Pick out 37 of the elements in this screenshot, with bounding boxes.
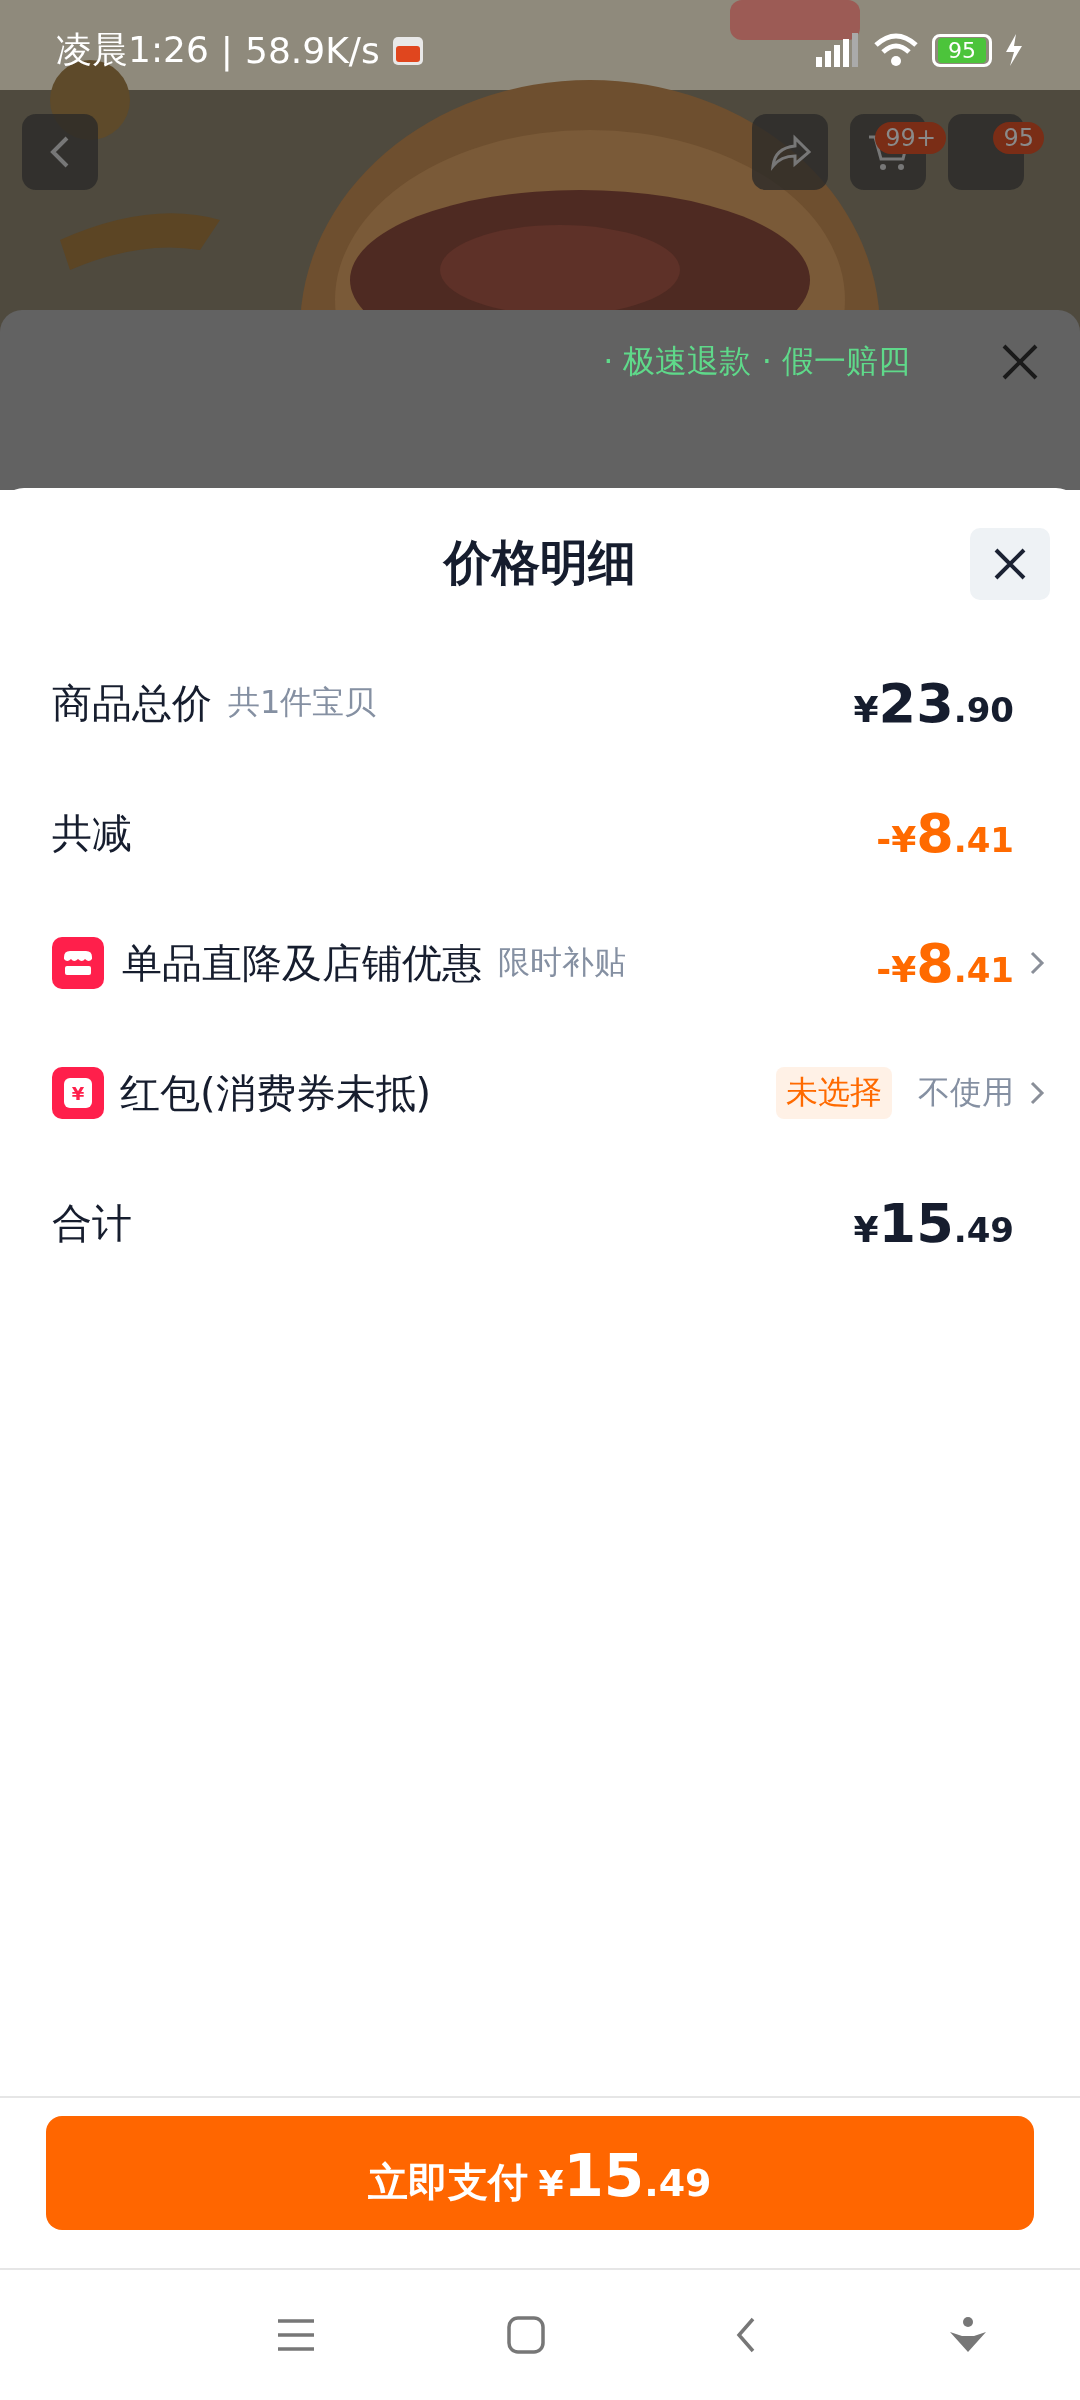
wifi-icon [872,31,920,69]
row-label: 商品总价 [52,678,212,728]
row-label: 单品直降及店铺优惠 [122,938,482,988]
row-label: 合计 [52,1198,132,1248]
row-note: 共1件宝贝 [228,682,377,723]
battery-level: 95 [938,37,986,63]
close-icon [992,546,1028,582]
row-value: 不使用 [918,1072,1014,1113]
app-notification-icon [391,34,424,66]
coupon-icon: ¥ [52,1067,104,1119]
service-notice: · 极速退款 · 假一赔四 [603,341,910,382]
network-speed: 58.9K/s [245,29,380,71]
charging-icon [1004,34,1024,66]
close-icon[interactable] [1000,342,1040,382]
home-icon[interactable] [506,2316,545,2354]
count-badge: 99+ [875,122,946,154]
row-label: 共减 [52,808,132,858]
share-button[interactable] [752,114,828,190]
chevron-icon[interactable] [1028,1079,1046,1107]
close-button[interactable] [970,528,1050,600]
signal-icon [814,31,860,69]
menu-icon[interactable] [276,2317,316,2353]
chevron-icon[interactable] [1028,949,1046,977]
price: ¥23.90 [853,671,1014,735]
clock-time: 凌晨1:26 [56,27,209,72]
back-button[interactable] [22,114,98,190]
shop-icon [52,937,104,989]
price: -¥8.41 [876,801,1014,865]
assistant-icon[interactable] [947,2316,988,2354]
status-tag: 未选择 [776,1067,892,1119]
sheet-title: 价格明细 [444,533,636,592]
pay-button[interactable]: 立即支付 ¥15.49 [46,2116,1034,2230]
separator-text: | [220,29,233,71]
row-label: 红包(消费券未抵) [120,1068,432,1118]
row-note: 限时补贴 [498,942,626,983]
price: ¥15.49 [853,1191,1014,1255]
price: -¥8.41 [876,931,1014,995]
